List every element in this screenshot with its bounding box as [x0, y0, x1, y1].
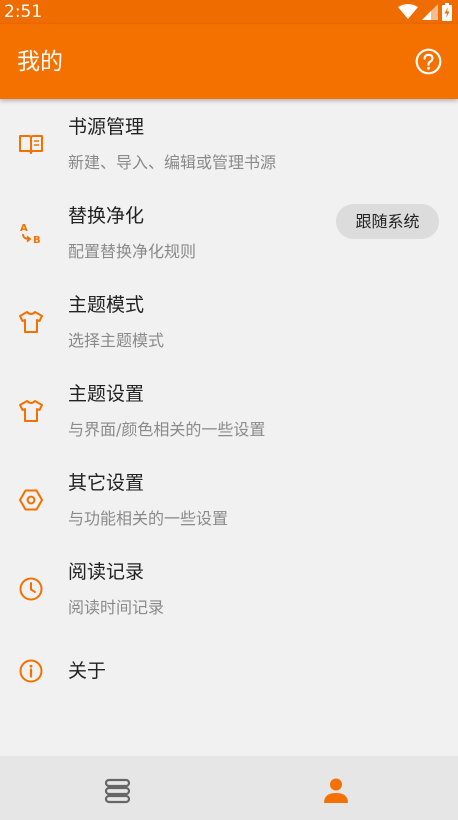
- svg-text:A: A: [20, 223, 28, 234]
- clock-icon: [19, 577, 43, 601]
- bottom-nav: [0, 756, 458, 820]
- status-icons: [398, 3, 452, 21]
- menu-item-reading-history[interactable]: 阅读记录 阅读时间记录: [0, 545, 458, 633]
- theme-mode-chip[interactable]: 跟随系统: [336, 204, 439, 239]
- menu-item-book-sources[interactable]: 书源管理 新建、导入、编辑或管理书源: [0, 100, 458, 188]
- app-bar: 我的: [0, 24, 458, 99]
- replace-icon: A B: [20, 223, 41, 246]
- menu-item-theme-settings[interactable]: 主题设置 与界面/颜色相关的一些设置: [0, 367, 458, 455]
- shirt-icon: [19, 400, 43, 422]
- menu-item-title: 关于: [68, 660, 107, 682]
- menu-item-other-settings[interactable]: 其它设置 与功能相关的一些设置: [0, 456, 458, 544]
- menu-item-title: 其它设置: [68, 472, 145, 494]
- menu-item-subtitle: 与界面/颜色相关的一些设置: [68, 420, 266, 439]
- nav-profile[interactable]: [229, 756, 458, 820]
- hexagon-settings-icon: [19, 489, 43, 511]
- menu-item-theme-mode[interactable]: 主题模式 选择主题模式: [0, 278, 458, 366]
- bookshelf-icon: [104, 778, 131, 804]
- info-icon: [19, 659, 43, 683]
- menu-item-title: 阅读记录: [68, 561, 145, 583]
- book-icon: [19, 135, 43, 154]
- wifi-icon: [398, 4, 418, 19]
- help-circle-icon[interactable]: [415, 48, 442, 75]
- menu-item-subtitle: 配置替换净化规则: [68, 242, 197, 261]
- page-title: 我的: [17, 49, 63, 75]
- menu-item-subtitle: 阅读时间记录: [68, 598, 165, 617]
- menu-item-subtitle: 新建、导入、编辑或管理书源: [68, 153, 277, 172]
- svg-text:B: B: [33, 235, 41, 246]
- status-bar: 2:51: [0, 0, 458, 24]
- nav-bookshelf[interactable]: [0, 756, 229, 820]
- menu-item-title: 书源管理: [68, 116, 145, 138]
- status-time: 2:51: [4, 2, 43, 22]
- menu-item-title: 替换净化: [68, 205, 145, 227]
- battery-icon: [442, 3, 452, 21]
- menu-item-title: 主题设置: [68, 383, 145, 405]
- cellular-signal-icon: [422, 4, 438, 20]
- menu-item-title: 主题模式: [68, 294, 145, 316]
- person-icon: [324, 778, 348, 803]
- menu-item-about[interactable]: 关于: [0, 634, 458, 704]
- shirt-icon: [19, 311, 43, 333]
- menu-item-subtitle: 与功能相关的一些设置: [68, 509, 229, 528]
- menu-item-subtitle: 选择主题模式: [68, 331, 165, 350]
